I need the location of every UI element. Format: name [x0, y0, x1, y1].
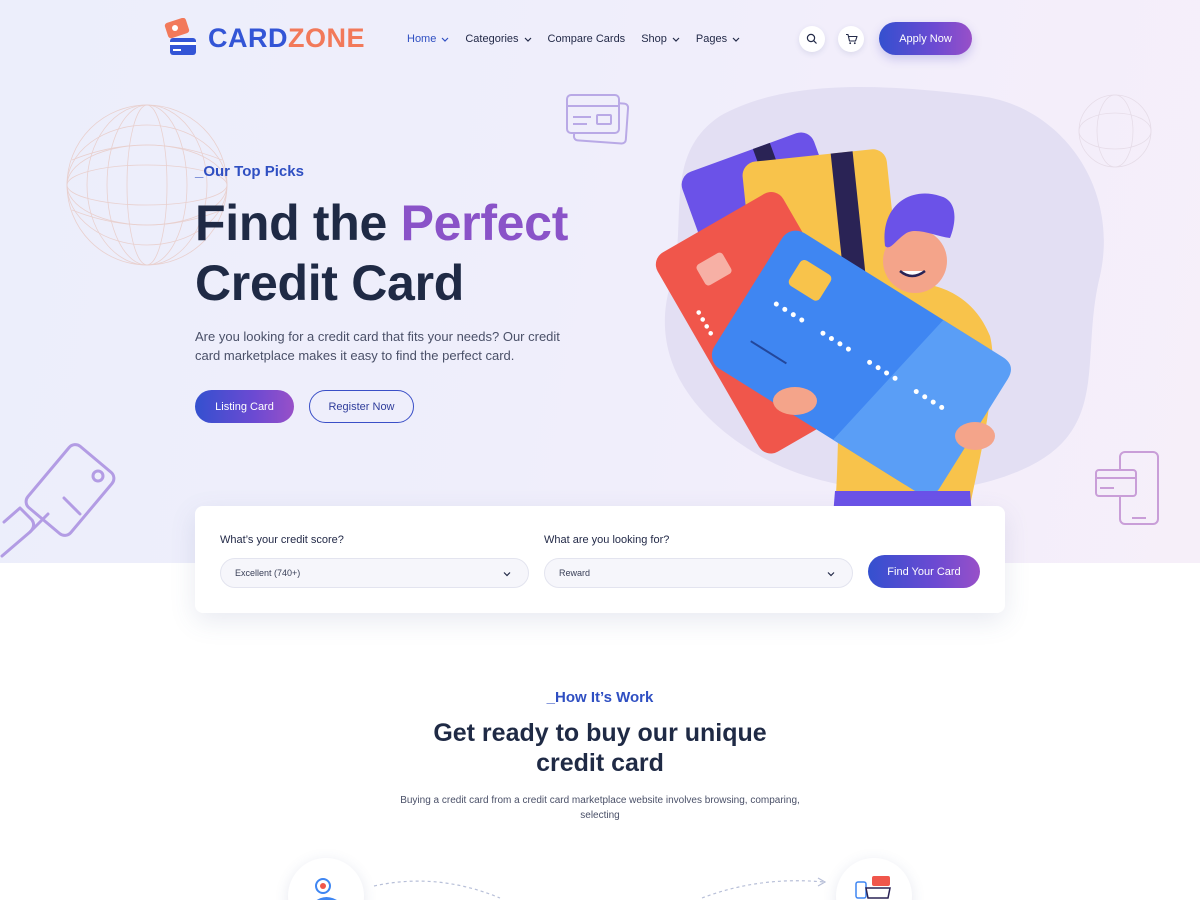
nav-home[interactable]: Home: [407, 30, 449, 47]
chevron-down-icon: [441, 37, 449, 42]
cart-button[interactable]: [838, 26, 864, 52]
main-navigation: Home Categories Compare Cards Shop Pages: [407, 30, 740, 47]
card-finder-panel: What’s your credit score? Excellent (740…: [195, 506, 1005, 613]
hero-title-part1: Find the: [195, 195, 401, 251]
step-3-icon-circle: [836, 858, 912, 900]
chevron-down-icon: [672, 37, 680, 42]
search-icon: [806, 33, 817, 44]
hand-card-icon: [0, 443, 116, 558]
listing-card-button[interactable]: Listing Card: [195, 390, 294, 423]
shopping-cart-icon: [855, 876, 891, 899]
logo-card-icon: [164, 18, 196, 55]
nav-categories-label: Categories: [465, 32, 519, 45]
search-person-icon: [315, 878, 337, 900]
step-connector-1: [373, 880, 501, 899]
brand-name: CARDZONE: [208, 23, 366, 53]
apply-now-button[interactable]: Apply Now: [879, 22, 972, 55]
step-1-icon-circle: [288, 858, 364, 900]
cart-icon: [845, 33, 858, 45]
card-outline-icon: [566, 94, 630, 145]
nav-shop-label: Shop: [641, 32, 667, 45]
brand-logo[interactable]: CARDZONE: [162, 18, 365, 58]
hero-section: CARDZONE Home Categories Compare Cards S…: [0, 0, 1200, 563]
nav-shop[interactable]: Shop: [641, 30, 680, 47]
chevron-down-icon: [732, 37, 740, 42]
how-it-works-title: Get ready to buy our unique credit card: [433, 719, 767, 777]
chevron-down-icon: [524, 37, 531, 42]
nav-pages[interactable]: Pages: [696, 30, 740, 47]
how-it-works-kicker: _How It’s Work: [546, 689, 654, 706]
chevron-down-icon: [827, 572, 835, 577]
hero-kicker: _Our Top Picks: [195, 163, 304, 180]
search-button[interactable]: [799, 26, 825, 52]
looking-for-select[interactable]: Reward: [544, 558, 853, 588]
chevron-down-icon: [503, 572, 511, 577]
register-now-button[interactable]: Register Now: [309, 390, 414, 423]
credit-score-label: What’s your credit score?: [220, 534, 344, 546]
nav-categories[interactable]: Categories: [465, 30, 531, 47]
hero-title: Find the Perfect Credit Card: [195, 193, 625, 313]
how-it-works-description: Buying a credit card from a credit card …: [400, 795, 800, 821]
hero-title-highlight: Perfect: [400, 195, 569, 251]
hero-description: Are you looking for a credit card that f…: [195, 329, 560, 363]
looking-for-value: Reward: [559, 568, 591, 578]
hero-title-part2: Credit Card: [195, 255, 464, 311]
credit-score-select[interactable]: Excellent (740+): [220, 558, 529, 588]
hero-illustration: [655, 87, 1104, 516]
looking-for-label: What are you looking for?: [544, 534, 670, 546]
nav-pages-label: Pages: [695, 32, 728, 45]
credit-score-value: Excellent (740+): [235, 568, 301, 578]
nav-compare-cards[interactable]: Compare Cards: [548, 30, 626, 47]
find-your-card-button[interactable]: Find Your Card: [868, 555, 980, 588]
nav-compare-cards-label: Compare Cards: [547, 32, 626, 45]
step-connector-2: [701, 877, 827, 899]
nav-home-label: Home: [407, 32, 437, 45]
